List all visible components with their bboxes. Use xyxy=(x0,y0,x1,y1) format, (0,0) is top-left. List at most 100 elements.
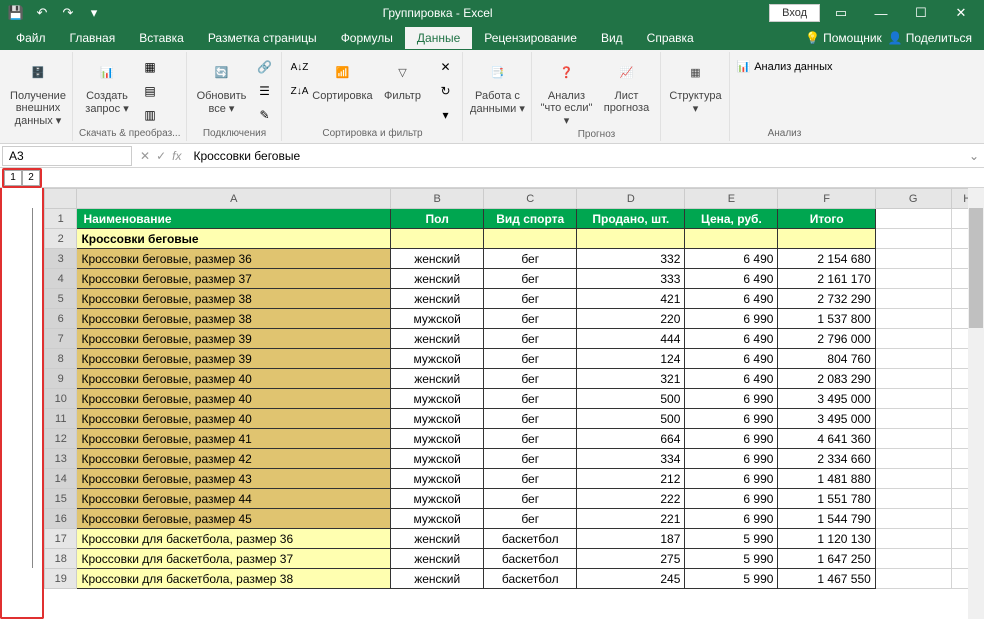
cell-sport[interactable]: бег xyxy=(484,409,577,429)
tab-home[interactable]: Главная xyxy=(58,27,128,49)
cell-gender[interactable]: женский xyxy=(391,549,484,569)
grid[interactable]: ABCDEFGH1НаименованиеПолВид спортаПродан… xyxy=(44,188,984,619)
cell-gender[interactable]: женский xyxy=(391,329,484,349)
cell-name[interactable]: Кроссовки беговые, размер 41 xyxy=(77,429,391,449)
cell-name[interactable]: Кроссовки беговые, размер 42 xyxy=(77,449,391,469)
tab-insert[interactable]: Вставка xyxy=(127,27,196,49)
select-all[interactable] xyxy=(45,189,77,209)
col-header-G[interactable]: G xyxy=(875,189,951,209)
cell-gender[interactable]: мужской xyxy=(391,469,484,489)
outline-button[interactable]: ▦ Структура ▾ xyxy=(667,56,723,115)
sort-desc-icon[interactable]: Z↓A xyxy=(288,80,310,102)
row-header-1[interactable]: 1 xyxy=(45,209,77,229)
cell-total[interactable]: 1 120 130 xyxy=(778,529,875,549)
cell-price[interactable]: 6 990 xyxy=(685,429,778,449)
cell-name[interactable]: Кроссовки беговые, размер 45 xyxy=(77,509,391,529)
data-tools-button[interactable]: 📑 Работа с данными ▾ xyxy=(469,56,525,115)
login-button[interactable]: Вход xyxy=(769,4,820,22)
cell-sold[interactable]: 245 xyxy=(577,569,685,589)
vertical-scrollbar[interactable] xyxy=(968,188,984,619)
row-header-18[interactable]: 18 xyxy=(45,549,77,569)
cell-sold[interactable]: 500 xyxy=(577,389,685,409)
cell-total[interactable]: 2 334 660 xyxy=(778,449,875,469)
header-price[interactable]: Цена, руб. xyxy=(685,209,778,229)
cell-name[interactable]: Кроссовки беговые, размер 38 xyxy=(77,289,391,309)
ribbon-options-icon[interactable]: ▭ xyxy=(822,0,860,26)
outline-level-1[interactable]: 1 xyxy=(4,170,22,186)
close-icon[interactable]: ✕ xyxy=(942,0,980,26)
cell-sold[interactable]: 220 xyxy=(577,309,685,329)
row-header-7[interactable]: 7 xyxy=(45,329,77,349)
share-button[interactable]: 👤Поделиться xyxy=(888,31,972,45)
cell-gender[interactable]: мужской xyxy=(391,409,484,429)
header-total[interactable]: Итого xyxy=(778,209,875,229)
fx-icon[interactable]: fx xyxy=(172,149,181,163)
cell-total[interactable]: 4 641 360 xyxy=(778,429,875,449)
cell-sold[interactable]: 275 xyxy=(577,549,685,569)
name-box[interactable] xyxy=(2,146,132,166)
advanced-filter-icon[interactable]: ▾ xyxy=(434,104,456,126)
recent-sources-icon[interactable]: ▥ xyxy=(139,104,161,126)
external-data-button[interactable]: 🗄️ Получение внешних данных ▾ xyxy=(10,56,66,127)
row-header-19[interactable]: 19 xyxy=(45,569,77,589)
cell-total[interactable]: 1 544 790 xyxy=(778,509,875,529)
cell-gender[interactable]: мужской xyxy=(391,349,484,369)
row-header-8[interactable]: 8 xyxy=(45,349,77,369)
cell-total[interactable]: 2 154 680 xyxy=(778,249,875,269)
sort-asc-icon[interactable]: A↓Z xyxy=(288,56,310,78)
row-header-14[interactable]: 14 xyxy=(45,469,77,489)
cell-sport[interactable]: бег xyxy=(484,449,577,469)
cell-sport[interactable]: бег xyxy=(484,369,577,389)
cell-gender[interactable]: женский xyxy=(391,269,484,289)
group-cell[interactable] xyxy=(685,229,778,249)
cell-sold[interactable]: 334 xyxy=(577,449,685,469)
cell-sport[interactable]: бег xyxy=(484,249,577,269)
col-header-E[interactable]: E xyxy=(685,189,778,209)
header-gender[interactable]: Пол xyxy=(391,209,484,229)
cell-total[interactable]: 1 551 780 xyxy=(778,489,875,509)
cell-price[interactable]: 6 490 xyxy=(685,329,778,349)
undo-icon[interactable]: ↶ xyxy=(30,2,54,24)
cell-total[interactable]: 2 732 290 xyxy=(778,289,875,309)
row-header-3[interactable]: 3 xyxy=(45,249,77,269)
minimize-icon[interactable]: ― xyxy=(862,0,900,26)
cell-sport[interactable]: баскетбол xyxy=(484,569,577,589)
cell-total[interactable]: 2 083 290 xyxy=(778,369,875,389)
header-name[interactable]: Наименование xyxy=(77,209,391,229)
cell-total[interactable]: 1 467 550 xyxy=(778,569,875,589)
group-cell[interactable] xyxy=(778,229,875,249)
edit-links-icon[interactable]: ✎ xyxy=(253,104,275,126)
col-header-B[interactable]: B xyxy=(391,189,484,209)
cell-gender[interactable]: женский xyxy=(391,369,484,389)
group-header-cell[interactable]: Кроссовки беговые xyxy=(77,229,391,249)
cell-price[interactable]: 5 990 xyxy=(685,549,778,569)
cell-gender[interactable]: мужской xyxy=(391,309,484,329)
cell-sold[interactable]: 124 xyxy=(577,349,685,369)
cell-sold[interactable]: 664 xyxy=(577,429,685,449)
tab-view[interactable]: Вид xyxy=(589,27,635,49)
cell-sport[interactable]: бег xyxy=(484,309,577,329)
cell-name[interactable]: Кроссовки для баскетбола, размер 38 xyxy=(77,569,391,589)
cell-name[interactable]: Кроссовки беговые, размер 39 xyxy=(77,329,391,349)
cell-gender[interactable]: женский xyxy=(391,289,484,309)
col-header-D[interactable]: D xyxy=(577,189,685,209)
cell-price[interactable]: 6 490 xyxy=(685,349,778,369)
from-table-icon[interactable]: ▤ xyxy=(139,80,161,102)
cell-gender[interactable]: мужской xyxy=(391,389,484,409)
cell-price[interactable]: 6 990 xyxy=(685,389,778,409)
cell-sport[interactable]: бег xyxy=(484,389,577,409)
tab-file[interactable]: Файл xyxy=(4,27,58,49)
cell-sold[interactable]: 321 xyxy=(577,369,685,389)
assistant-button[interactable]: 💡Помощник xyxy=(805,31,882,45)
cell-sport[interactable]: бег xyxy=(484,469,577,489)
scroll-thumb[interactable] xyxy=(969,208,983,328)
cell-sold[interactable]: 222 xyxy=(577,489,685,509)
cell-gender[interactable]: мужской xyxy=(391,449,484,469)
row-header-5[interactable]: 5 xyxy=(45,289,77,309)
show-queries-icon[interactable]: ▦ xyxy=(139,56,161,78)
cell-sold[interactable]: 332 xyxy=(577,249,685,269)
cell-price[interactable]: 5 990 xyxy=(685,569,778,589)
cell-gender[interactable]: мужской xyxy=(391,489,484,509)
cell-total[interactable]: 1 537 800 xyxy=(778,309,875,329)
row-header-6[interactable]: 6 xyxy=(45,309,77,329)
